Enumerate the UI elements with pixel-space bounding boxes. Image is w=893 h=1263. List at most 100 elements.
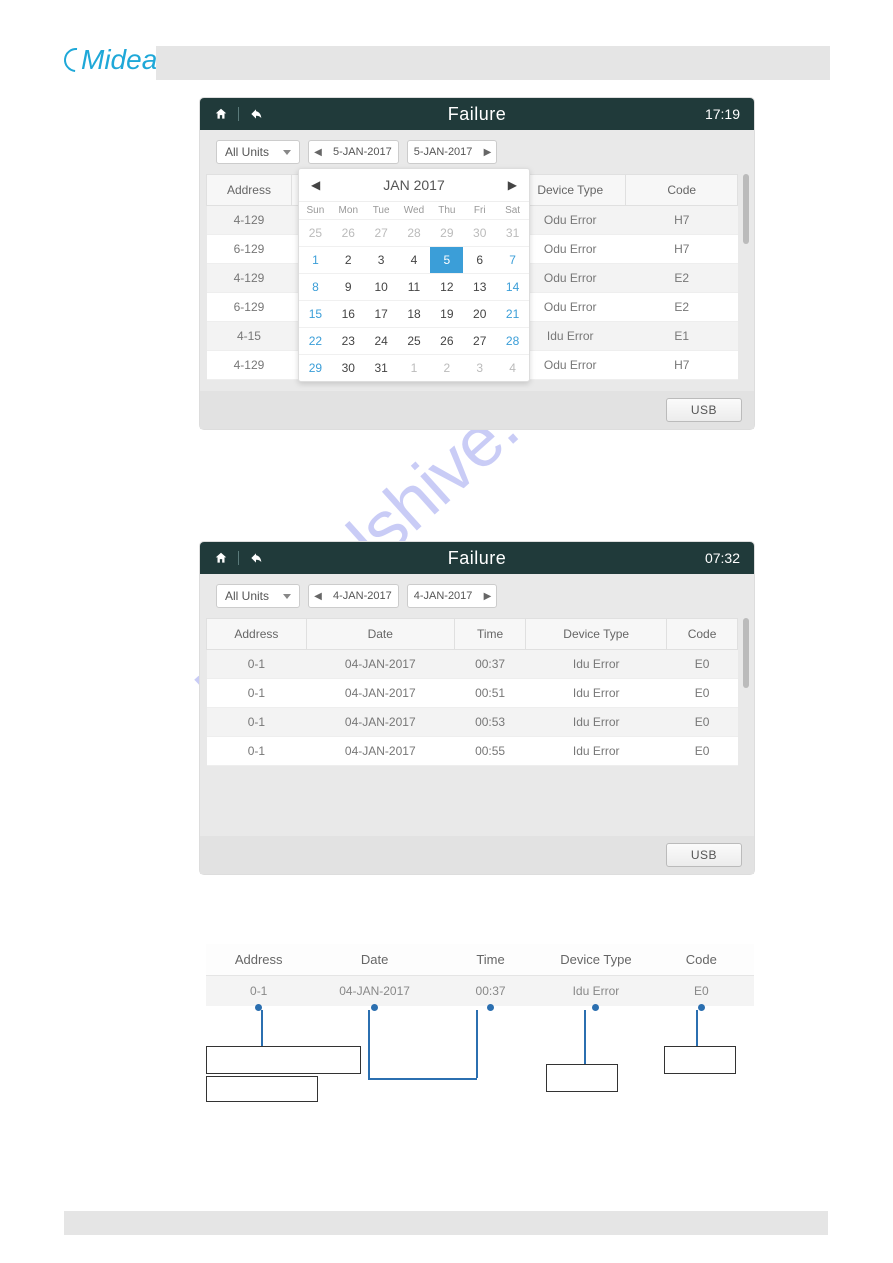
date-from-label: 4-JAN-2017: [327, 590, 398, 602]
cell-code: E0: [667, 679, 738, 708]
cal-day[interactable]: 8: [299, 273, 332, 300]
table-row[interactable]: 0-104-JAN-201700:55Idu ErrorE0: [207, 737, 738, 766]
brand-logo: Midea: [64, 44, 157, 76]
units-dropdown[interactable]: All Units: [216, 584, 300, 608]
cal-day[interactable]: 26: [430, 327, 463, 354]
cal-day[interactable]: 11: [398, 273, 431, 300]
scrollbar[interactable]: [742, 174, 750, 354]
cell-code: H7: [626, 351, 738, 380]
cell-device: Odu Error: [514, 235, 626, 264]
cal-day[interactable]: 14: [496, 273, 529, 300]
scroll-thumb[interactable]: [743, 618, 749, 688]
chevron-right-icon[interactable]: ▶: [478, 147, 496, 158]
cell-time: 00:53: [454, 708, 526, 737]
cell-date: 04-JAN-2017: [306, 708, 454, 737]
col-code: Code: [626, 175, 738, 206]
cal-day[interactable]: 10: [365, 273, 398, 300]
cal-day[interactable]: 21: [496, 300, 529, 327]
usb-button[interactable]: USB: [666, 398, 742, 422]
back-icon[interactable]: [249, 551, 263, 565]
separator: [238, 107, 239, 121]
cal-day[interactable]: 19: [430, 300, 463, 327]
dropdown-label: All Units: [225, 145, 269, 159]
table-row[interactable]: 0-104-JAN-201700:53Idu ErrorE0: [207, 708, 738, 737]
cell-code: E0: [667, 650, 738, 679]
home-icon[interactable]: [214, 551, 228, 565]
cal-day[interactable]: 3: [365, 246, 398, 273]
date-to-control[interactable]: 5-JAN-2017 ▶: [407, 140, 498, 164]
date-from-control[interactable]: ◀ 5-JAN-2017: [308, 140, 399, 164]
expl-device: Idu Error: [543, 984, 648, 998]
home-icon[interactable]: [214, 107, 228, 121]
cal-day[interactable]: 31: [365, 354, 398, 381]
cal-day[interactable]: 29: [430, 219, 463, 246]
table-row[interactable]: 0-104-JAN-201700:51Idu ErrorE0: [207, 679, 738, 708]
chevron-right-icon[interactable]: ▶: [478, 591, 496, 602]
chevron-left-icon[interactable]: ◀: [309, 147, 327, 158]
chevron-left-icon[interactable]: ◀: [309, 591, 327, 602]
date-to-control[interactable]: 4-JAN-2017 ▶: [407, 584, 498, 608]
cal-day[interactable]: 6: [463, 246, 496, 273]
units-dropdown[interactable]: All Units: [216, 140, 300, 164]
panel-header: Failure 07:32: [200, 542, 754, 574]
explainer-box-code: [664, 1046, 736, 1074]
cal-day[interactable]: 16: [332, 300, 365, 327]
col-time: Time: [454, 619, 526, 650]
calendar-grid: SunMonTueWedThuFriSat2526272829303112345…: [299, 201, 529, 381]
col-address: Address: [207, 619, 307, 650]
scrollbar[interactable]: [742, 618, 750, 798]
cal-day[interactable]: 24: [365, 327, 398, 354]
cal-prev-icon[interactable]: ◀: [311, 178, 320, 192]
failure-panel-1: Failure 17:19 All Units ◀ 5-JAN-2017 5-J…: [200, 98, 754, 429]
expl-col-address: Address: [206, 952, 311, 967]
cal-day[interactable]: 31: [496, 219, 529, 246]
table-row[interactable]: 0-104-JAN-201700:37Idu ErrorE0: [207, 650, 738, 679]
cell-code: E0: [667, 708, 738, 737]
cal-day[interactable]: 15: [299, 300, 332, 327]
cal-day[interactable]: 5: [430, 246, 463, 273]
cal-day[interactable]: 29: [299, 354, 332, 381]
cal-day[interactable]: 18: [398, 300, 431, 327]
cal-day[interactable]: 4: [496, 354, 529, 381]
cal-day[interactable]: 9: [332, 273, 365, 300]
cal-day[interactable]: 30: [463, 219, 496, 246]
cal-day[interactable]: 30: [332, 354, 365, 381]
cal-day[interactable]: 2: [332, 246, 365, 273]
cal-day[interactable]: 1: [299, 246, 332, 273]
cal-day[interactable]: 22: [299, 327, 332, 354]
cal-day[interactable]: 17: [365, 300, 398, 327]
cal-day[interactable]: 7: [496, 246, 529, 273]
cell-device: Odu Error: [514, 264, 626, 293]
cal-day[interactable]: 23: [332, 327, 365, 354]
error-table: Address Date Time Device Type Code 0-104…: [206, 618, 738, 766]
cal-day[interactable]: 4: [398, 246, 431, 273]
brand-text: Midea: [81, 44, 157, 75]
scroll-thumb[interactable]: [743, 174, 749, 244]
cell-code: H7: [626, 206, 738, 235]
cell-device: Odu Error: [514, 293, 626, 322]
usb-button[interactable]: USB: [666, 843, 742, 867]
chevron-down-icon: [283, 150, 291, 155]
cal-day[interactable]: 13: [463, 273, 496, 300]
cal-day[interactable]: 12: [430, 273, 463, 300]
column-explainer: Address Date Time Device Type Code 0-1 0…: [206, 944, 754, 1011]
cal-day[interactable]: 20: [463, 300, 496, 327]
back-icon[interactable]: [249, 107, 263, 121]
footer-row: USB: [200, 391, 754, 429]
col-device: Device Type: [526, 619, 667, 650]
cal-day[interactable]: 26: [332, 219, 365, 246]
cal-day[interactable]: 3: [463, 354, 496, 381]
cal-day[interactable]: 28: [496, 327, 529, 354]
cal-day[interactable]: 25: [398, 327, 431, 354]
cal-next-icon[interactable]: ▶: [508, 178, 517, 192]
cal-day[interactable]: 27: [365, 219, 398, 246]
cal-day[interactable]: 28: [398, 219, 431, 246]
cal-day[interactable]: 2: [430, 354, 463, 381]
cal-day[interactable]: 27: [463, 327, 496, 354]
clock: 17:19: [705, 106, 740, 122]
cell-address: 0-1: [207, 708, 307, 737]
cell-address: 4-129: [207, 206, 292, 235]
cal-day[interactable]: 25: [299, 219, 332, 246]
cal-day[interactable]: 1: [398, 354, 431, 381]
date-from-control[interactable]: ◀ 4-JAN-2017: [308, 584, 399, 608]
